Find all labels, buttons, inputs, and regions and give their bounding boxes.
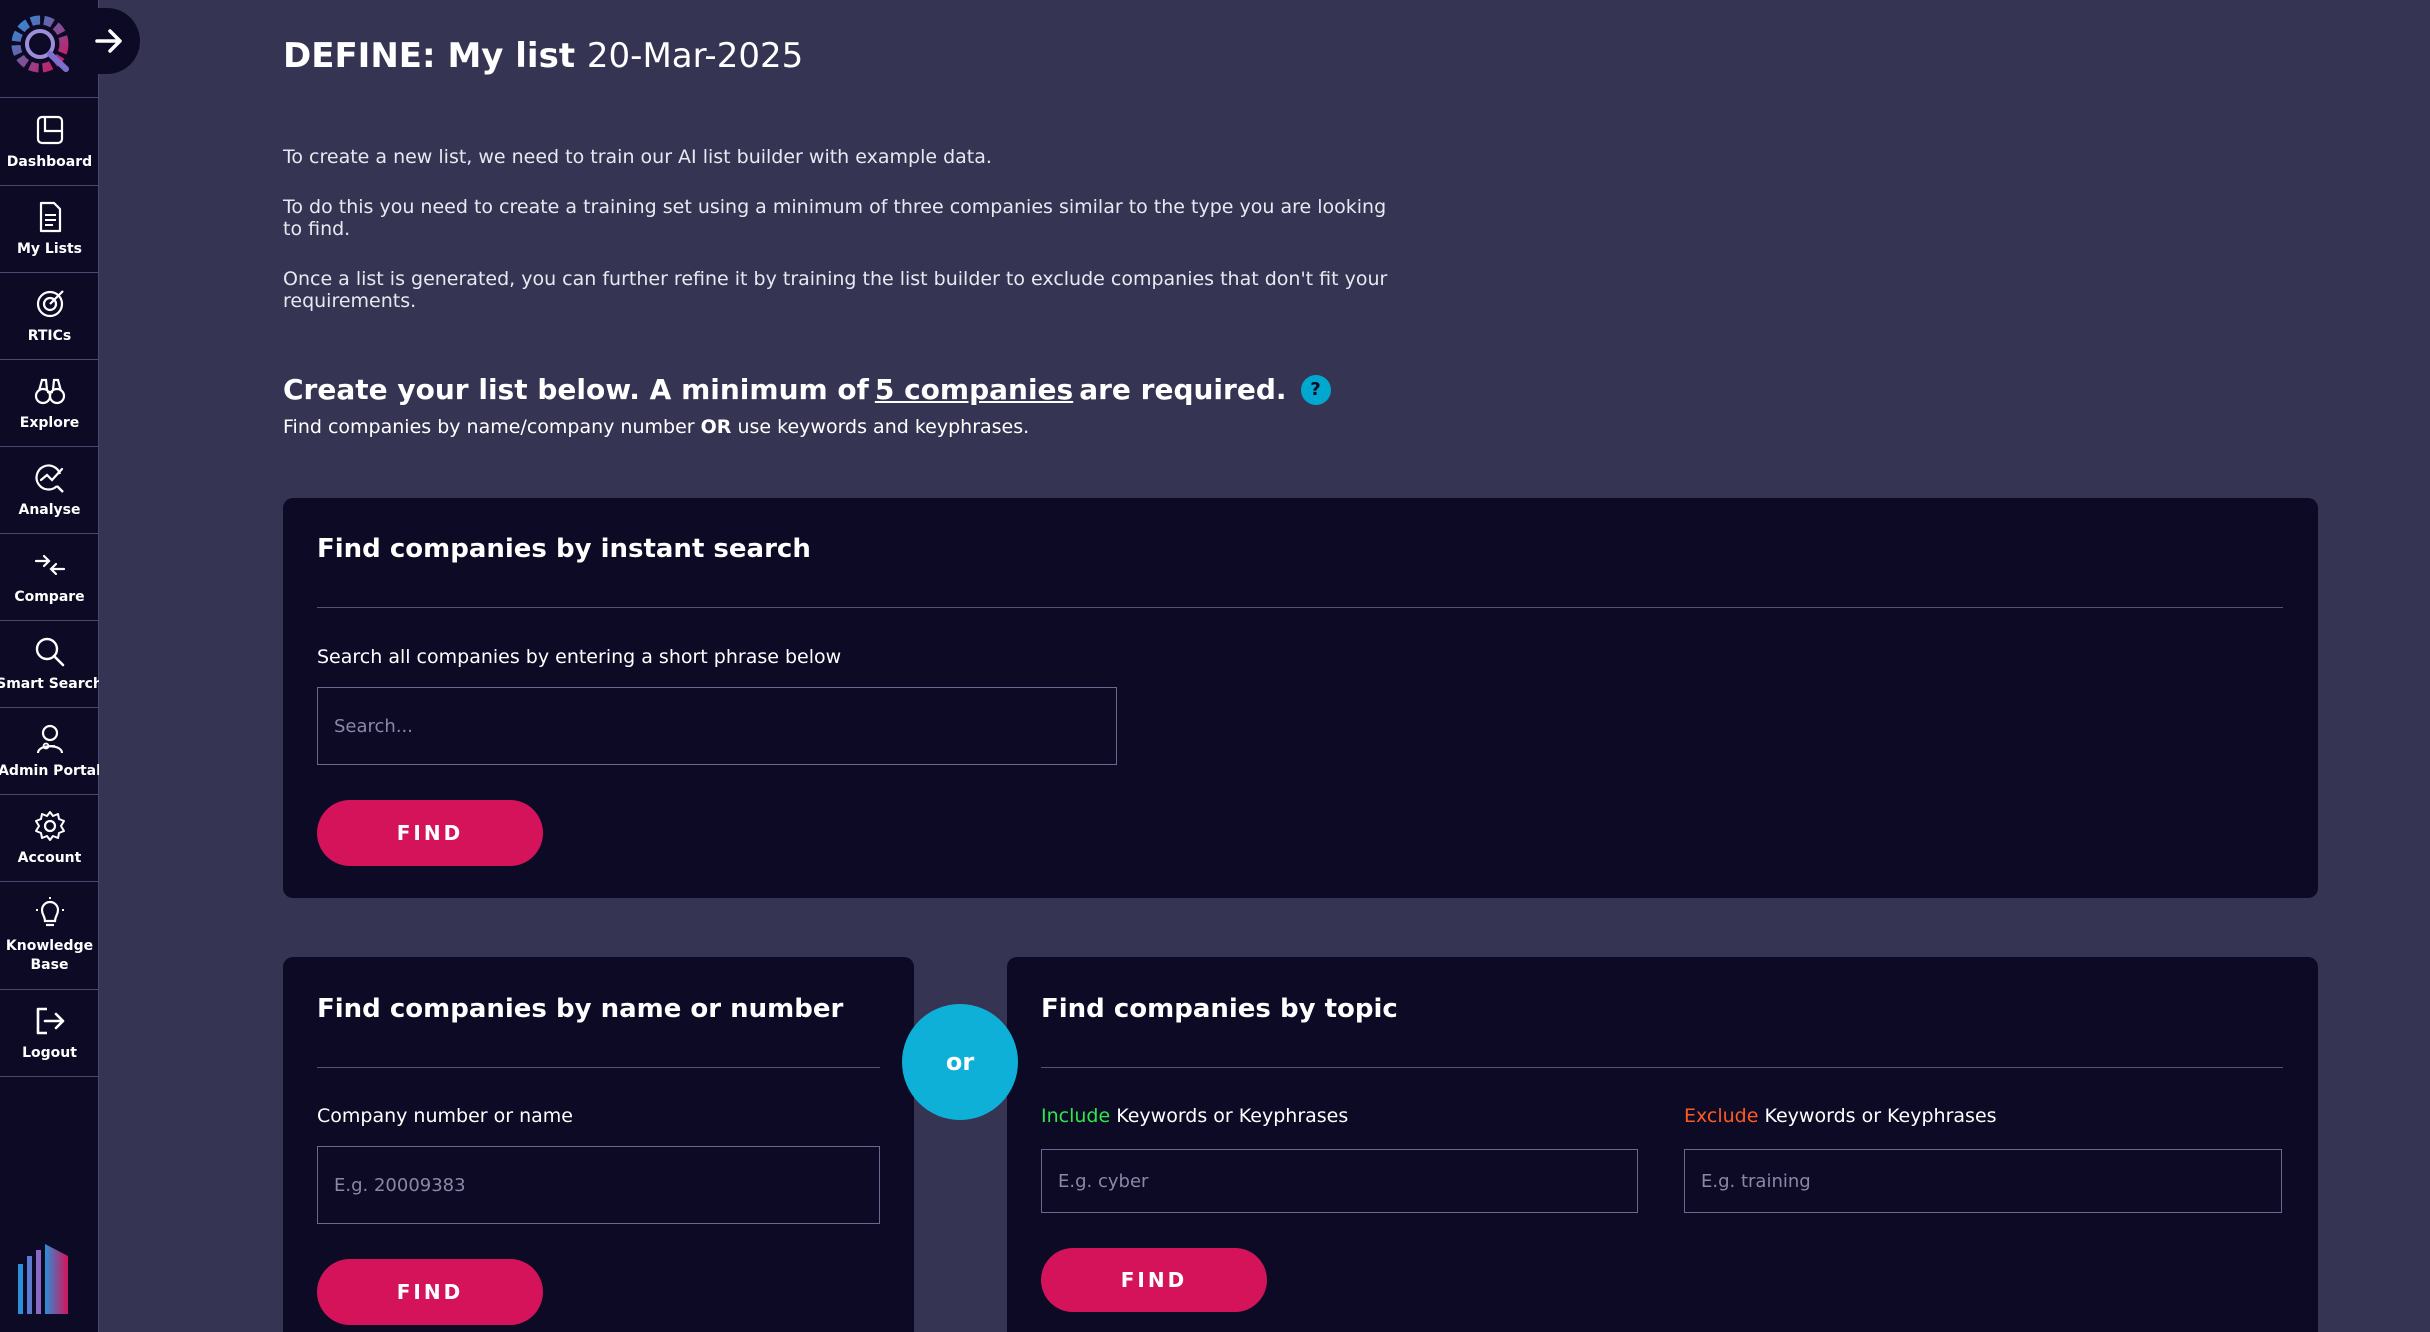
- create-heading-suffix: are required.: [1079, 373, 1287, 406]
- exclude-keywords-label: Exclude Keywords or Keyphrases: [1684, 1105, 1997, 1127]
- intro-paragraph: To create a new list, we need to train o…: [283, 146, 992, 168]
- sidebar-item-account[interactable]: Account: [0, 795, 99, 882]
- name-number-card: Find companies by name or number Company…: [283, 957, 914, 1332]
- instant-search-label: Search all companies by entering a short…: [317, 646, 842, 668]
- include-word: Include: [1041, 1105, 1111, 1127]
- instant-find-button[interactable]: FIND: [317, 800, 543, 866]
- sidebar-item-label: Analyse: [18, 501, 81, 518]
- logout-icon: [36, 1007, 64, 1034]
- sidebar-item-dashboard[interactable]: Dashboard: [0, 99, 99, 186]
- sidebar-item-label: Knowledge Base: [5, 937, 94, 973]
- sidebar-item-explore[interactable]: Explore: [0, 360, 99, 447]
- subtext-prefix: Find companies by name/company number: [283, 416, 695, 438]
- compare-arrows-icon: [34, 554, 65, 575]
- sidebar-item-label: Smart Search: [0, 675, 99, 692]
- search-icon: [35, 637, 64, 666]
- sidebar-item-knowledge-base[interactable]: Knowledge Base: [0, 882, 99, 990]
- sidebar-item-logout[interactable]: Logout: [0, 990, 99, 1077]
- divider: [317, 607, 2283, 608]
- sidebar-item-admin-portal[interactable]: Admin Portal: [0, 708, 99, 795]
- sidebar-item-label: Compare: [14, 588, 85, 605]
- brand-bars-icon: [18, 1244, 68, 1314]
- subtext-suffix: use keywords and keyphrases.: [737, 416, 1030, 438]
- sidebar-item-label: My Lists: [16, 240, 82, 257]
- help-icon[interactable]: ?: [1300, 374, 1331, 405]
- subtext-or: OR: [700, 416, 732, 438]
- create-list-subtext: Find companies by name/company number OR…: [283, 416, 1029, 438]
- instant-search-input[interactable]: [317, 687, 1117, 765]
- divider: [317, 1067, 880, 1068]
- sidebar-item-label: Dashboard: [6, 153, 93, 170]
- sidebar: Dashboard My Lists RTICs Explore Analyse…: [0, 0, 140, 1332]
- dashboard-icon: [36, 115, 63, 144]
- include-keywords-label: Include Keywords or Keyphrases: [1041, 1105, 1348, 1127]
- app-logo-icon: [11, 15, 69, 73]
- create-list-heading: Create your list below. A minimum of 5 c…: [283, 373, 1331, 406]
- lightbulb-icon: [35, 896, 64, 926]
- intro-paragraph: To do this you need to create a training…: [283, 196, 1387, 240]
- admin-user-icon: [36, 724, 63, 753]
- exclude-rest: Keywords or Keyphrases: [1764, 1105, 1997, 1127]
- sidebar-item-label: Admin Portal: [0, 762, 99, 779]
- name-number-title: Find companies by name or number: [317, 994, 844, 1024]
- exclude-keywords-input[interactable]: [1684, 1149, 2282, 1213]
- expand-sidebar-button[interactable]: [78, 8, 140, 74]
- sidebar-nav: Dashboard My Lists RTICs Explore Analyse…: [0, 99, 99, 1077]
- document-list-icon: [39, 201, 61, 232]
- or-divider-badge: or: [902, 1004, 1018, 1120]
- sidebar-item-label: Explore: [19, 414, 80, 431]
- sidebar-item-compare[interactable]: Compare: [0, 534, 99, 621]
- minimum-companies-link[interactable]: 5 companies: [875, 373, 1073, 406]
- sidebar-item-my-lists[interactable]: My Lists: [0, 186, 99, 273]
- intro-paragraph: Once a list is generated, you can furthe…: [283, 268, 1388, 312]
- sidebar-item-label: RTICs: [27, 327, 72, 344]
- topic-card: Find companies by topic Include Keywords…: [1007, 957, 2318, 1332]
- sidebar-item-label: Logout: [22, 1044, 77, 1061]
- chart-analyse-icon: [34, 463, 64, 493]
- binoculars-icon: [34, 378, 65, 404]
- company-number-label: Company number or name: [317, 1105, 573, 1127]
- include-rest: Keywords or Keyphrases: [1116, 1105, 1349, 1127]
- intro-text: To create a new list, we need to train o…: [283, 146, 1393, 340]
- gear-icon: [34, 810, 65, 841]
- exclude-word: Exclude: [1684, 1105, 1759, 1127]
- create-heading-prefix: Create your list below. A minimum of: [283, 373, 869, 406]
- arrow-right-icon: [95, 29, 122, 53]
- instant-search-title: Find companies by instant search: [317, 534, 811, 564]
- topic-find-button[interactable]: FIND: [1041, 1248, 1267, 1312]
- sidebar-item-label: Account: [17, 849, 82, 866]
- page-title-date: 20-Mar-2025: [586, 36, 804, 76]
- include-keywords-input[interactable]: [1041, 1149, 1638, 1213]
- sidebar-item-smart-search[interactable]: Smart Search: [0, 621, 99, 708]
- target-icon: [36, 289, 64, 317]
- instant-search-card: Find companies by instant search Search …: [283, 498, 2318, 898]
- page-title: DEFINE: My list 20-Mar-2025: [283, 36, 803, 76]
- page-title-text: DEFINE: My list: [283, 36, 576, 76]
- sidebar-item-analyse[interactable]: Analyse: [0, 447, 99, 534]
- company-number-input[interactable]: [317, 1146, 880, 1224]
- sidebar-item-rtics[interactable]: RTICs: [0, 273, 99, 360]
- name-number-find-button[interactable]: FIND: [317, 1259, 543, 1325]
- topic-title: Find companies by topic: [1041, 994, 1398, 1024]
- divider: [1041, 1067, 2283, 1068]
